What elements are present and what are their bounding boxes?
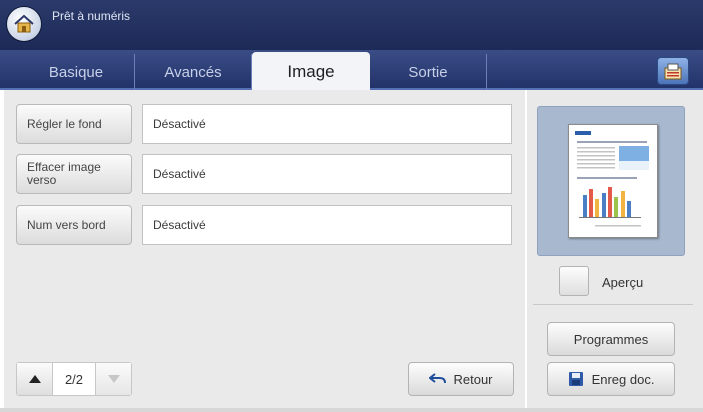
job-settings-button[interactable] (657, 57, 689, 85)
preview-label: Aperçu (602, 275, 644, 290)
bottom-border (0, 408, 703, 412)
page-down-button[interactable] (95, 363, 131, 395)
back-button-label: Retour (453, 371, 493, 387)
floppy-disk-icon (568, 372, 583, 386)
home-button[interactable] (6, 6, 42, 42)
tab-sortie[interactable]: Sortie (370, 54, 487, 90)
save-doc-button-label: Enreg doc. (591, 371, 655, 387)
triangle-down-icon (107, 375, 120, 383)
document-preview-image (575, 131, 649, 227)
home-icon (14, 14, 34, 33)
side-divider (533, 304, 693, 305)
tab-image[interactable]: Image (252, 52, 370, 92)
scan-screen: Prêt à numéris Basique Avancés Image Sor… (0, 0, 703, 412)
page-navigator: 2/2 (16, 362, 132, 396)
save-doc-button[interactable]: Enreg doc. (547, 362, 675, 396)
document-thumbnail (568, 124, 658, 238)
machine-status-text: Prêt à numéris (52, 9, 131, 23)
edge-to-edge-button[interactable]: Num vers bord (16, 205, 132, 245)
tab-avances[interactable]: Avancés (135, 54, 252, 90)
undo-arrow-icon (429, 373, 447, 384)
triangle-up-icon (28, 375, 41, 383)
preview-thumbnail-area (537, 106, 685, 256)
erase-backside-button[interactable]: Effacer image verso (16, 154, 132, 194)
job-settings-icon (664, 63, 682, 80)
edge-to-edge-value: Désactivé (142, 205, 512, 245)
tab-bar: Basique Avancés Image Sortie (0, 50, 703, 92)
programs-button-label: Programmes (573, 331, 649, 347)
adjust-background-button[interactable]: Régler le fond (16, 104, 132, 144)
page-indicator: 2/2 (64, 371, 84, 387)
adjust-background-value: Désactivé (142, 104, 512, 144)
page-up-button[interactable] (17, 363, 53, 395)
tab-basique[interactable]: Basique (18, 54, 135, 90)
programs-button[interactable]: Programmes (547, 322, 675, 356)
preview-side-panel: Aperçu Programmes Enreg doc. (527, 90, 703, 408)
erase-backside-value: Désactivé (142, 154, 512, 194)
image-options-panel: Régler le fond Désactivé Effacer image v… (4, 90, 525, 408)
back-button[interactable]: Retour (408, 362, 514, 396)
header-bar: Prêt à numéris (0, 0, 703, 50)
preview-checkbox[interactable] (559, 266, 589, 296)
